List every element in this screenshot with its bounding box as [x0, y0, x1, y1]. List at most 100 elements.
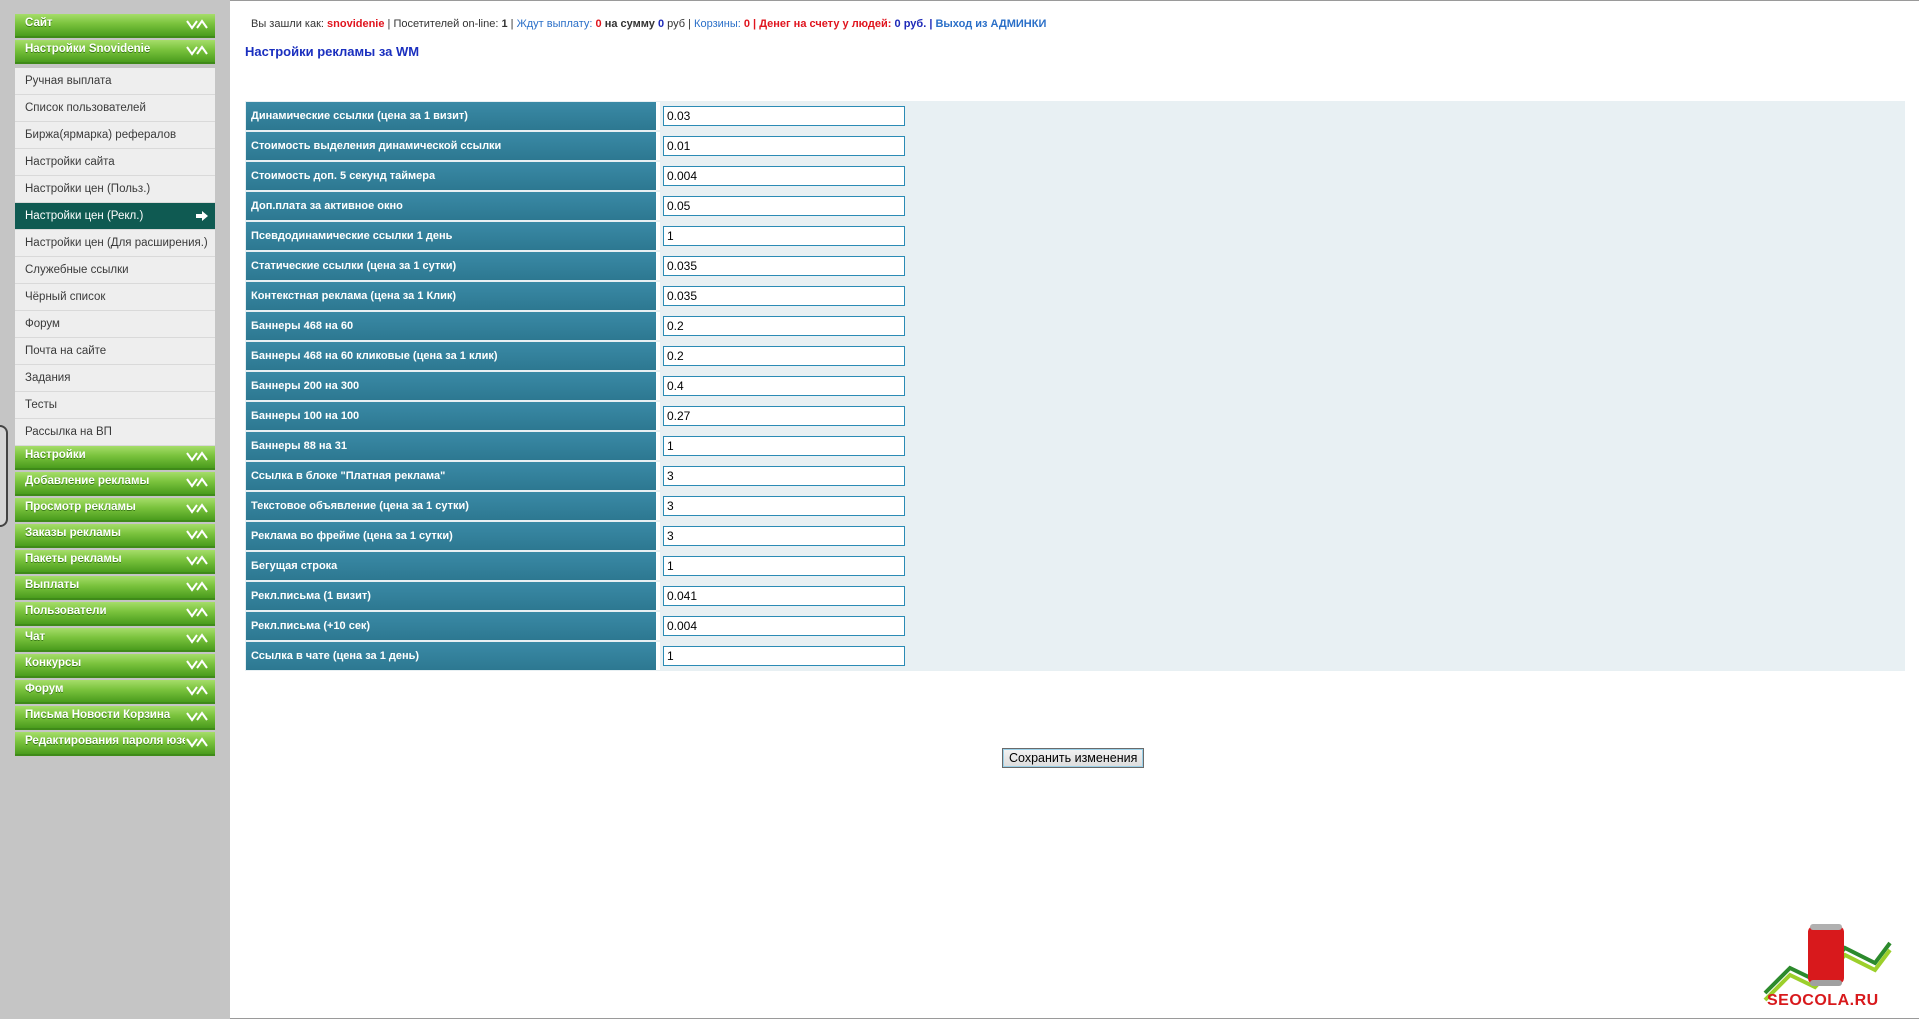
setting-label: Доп.плата за активное окно	[246, 192, 656, 220]
sidebar-item[interactable]: Тесты	[15, 392, 215, 419]
side-pull-tab[interactable]	[0, 425, 8, 527]
sidebar-section[interactable]: Конкурсы	[15, 654, 215, 678]
sidebar-section[interactable]: Пакеты рекламы	[15, 550, 215, 574]
setting-value-input[interactable]	[663, 526, 905, 546]
setting-value-input[interactable]	[663, 406, 905, 426]
sidebar-item[interactable]: Настройки цен (Польз.)	[15, 176, 215, 203]
section-site[interactable]: Сайт	[15, 14, 215, 38]
setting-value-input[interactable]	[663, 226, 905, 246]
setting-label: Псевдодинамические ссылки 1 день	[246, 222, 656, 250]
page-title: Настройки рекламы за WM	[245, 44, 420, 59]
logout-link[interactable]: Выход из АДМИНКИ	[935, 18, 1046, 30]
setting-value-input[interactable]	[663, 286, 905, 306]
sidebar-section[interactable]: Письма Новости Корзина	[15, 706, 215, 730]
carts-link[interactable]: Корзины:	[694, 18, 741, 30]
setting-value-input[interactable]	[663, 136, 905, 156]
settings-row: Статические ссылки (цена за 1 сутки)	[245, 251, 1905, 281]
settings-row: Контекстная реклама (цена за 1 Клик)	[245, 281, 1905, 311]
chevron-double-icon	[186, 737, 208, 748]
sidebar-item[interactable]: Форум	[15, 311, 215, 338]
setting-label: Ссылка в чате (цена за 1 день)	[246, 642, 656, 670]
sidebar-item[interactable]: Чёрный список	[15, 284, 215, 311]
visitors-count: 1	[501, 18, 508, 30]
sidebar-section[interactable]: Добавление рекламы	[15, 472, 215, 496]
sidebar-item-label: Настройки цен (Рекл.)	[25, 210, 144, 222]
sidebar-item[interactable]: Настройки сайта	[15, 149, 215, 176]
setting-value-input[interactable]	[663, 436, 905, 456]
setting-label: Баннеры 468 на 60 кликовые (цена за 1 кл…	[246, 342, 656, 370]
setting-label: Стоимость выделения динамической ссылки	[246, 132, 656, 160]
money-label: Денег на счету у людей:	[759, 18, 892, 30]
cell-divider	[656, 372, 660, 400]
status-bar: Вы зашли как: snovidenie | Посетителей o…	[251, 18, 1046, 30]
cell-divider	[656, 402, 660, 430]
sidebar-item[interactable]: Настройки цен (Для расширения.)	[15, 230, 215, 257]
separator: |	[929, 18, 933, 30]
money-value: 0 руб.	[894, 18, 927, 30]
sum-label: на сумму	[604, 18, 655, 30]
cell-divider	[656, 552, 660, 580]
sidebar-item[interactable]: Настройки цен (Рекл.)	[15, 203, 215, 230]
sidebar-item-label: Настройки цен (Польз.)	[25, 183, 151, 195]
setting-value-input[interactable]	[663, 256, 905, 276]
cell-divider	[656, 312, 660, 340]
awaiting-count: 0	[595, 18, 602, 30]
chevron-double-icon	[186, 607, 208, 618]
chevron-double-icon	[186, 19, 208, 30]
save-changes-button[interactable]: Сохранить изменения	[1002, 748, 1145, 768]
setting-label: Статические ссылки (цена за 1 сутки)	[246, 252, 656, 280]
sidebar-item[interactable]: Список пользователей	[15, 95, 215, 122]
setting-value-input[interactable]	[663, 196, 905, 216]
setting-label: Баннеры 468 на 60	[246, 312, 656, 340]
sidebar-item-label: Служебные ссылки	[25, 264, 129, 276]
section-label: Сайт	[25, 17, 53, 29]
setting-value-input[interactable]	[663, 586, 905, 606]
section-label: Пакеты рекламы	[25, 553, 122, 565]
section-label: Письма Новости Корзина	[25, 709, 171, 721]
awaiting-payout-link[interactable]: Ждут выплату:	[517, 18, 593, 30]
sidebar-item[interactable]: Биржа(ярмарка) рефералов	[15, 122, 215, 149]
setting-value-input[interactable]	[663, 346, 905, 366]
setting-value-input[interactable]	[663, 166, 905, 186]
cell-divider	[656, 582, 660, 610]
cell-divider	[656, 282, 660, 310]
section-label: Добавление рекламы	[25, 475, 150, 487]
sidebar-item[interactable]: Рассылка на ВП	[15, 419, 215, 446]
sidebar-section[interactable]: Просмотр рекламы	[15, 498, 215, 522]
setting-value-input[interactable]	[663, 316, 905, 336]
section-label: Выплаты	[25, 579, 80, 591]
separator: |	[688, 18, 691, 30]
section-label: Настройки	[25, 449, 86, 461]
sidebar-section[interactable]: Выплаты	[15, 576, 215, 600]
setting-value-input[interactable]	[663, 376, 905, 396]
section-label: Настройки Snovidenie	[25, 43, 151, 55]
sidebar-section[interactable]: Заказы рекламы	[15, 524, 215, 548]
sidebar-section[interactable]: Форум	[15, 680, 215, 704]
sidebar-item[interactable]: Задания	[15, 365, 215, 392]
sidebar-section[interactable]: Пользователи	[15, 602, 215, 626]
settings-row: Псевдодинамические ссылки 1 день	[245, 221, 1905, 251]
sidebar-section[interactable]: Чат	[15, 628, 215, 652]
settings-row: Баннеры 100 на 100	[245, 401, 1905, 431]
sidebar-section[interactable]: Настройки	[15, 446, 215, 470]
setting-value-input[interactable]	[663, 466, 905, 486]
section-snovidenie[interactable]: Настройки Snovidenie	[15, 40, 215, 64]
setting-value-input[interactable]	[663, 496, 905, 516]
sidebar-item[interactable]: Ручная выплата	[15, 68, 215, 95]
sidebar-item-label: Биржа(ярмарка) рефералов	[25, 129, 177, 141]
visitors-label: Посетителей on-line:	[393, 18, 499, 30]
setting-label: Баннеры 88 на 31	[246, 432, 656, 460]
sidebar-item[interactable]: Почта на сайте	[15, 338, 215, 365]
setting-label: Рекл.письма (1 визит)	[246, 582, 656, 610]
setting-value-input[interactable]	[663, 646, 905, 666]
settings-row: Баннеры 200 на 300	[245, 371, 1905, 401]
admin-sidebar: Сайт Настройки Snovidenie Ручная выплата…	[15, 14, 215, 758]
sidebar-item-label: Почта на сайте	[25, 345, 107, 357]
chevron-double-icon	[186, 555, 208, 566]
setting-value-input[interactable]	[663, 616, 905, 636]
sidebar-section[interactable]: Редактирования пароля юзера	[15, 732, 215, 756]
setting-value-input[interactable]	[663, 556, 905, 576]
setting-value-input[interactable]	[663, 106, 905, 126]
sidebar-item[interactable]: Служебные ссылки	[15, 257, 215, 284]
setting-label: Рекл.письма (+10 сек)	[246, 612, 656, 640]
